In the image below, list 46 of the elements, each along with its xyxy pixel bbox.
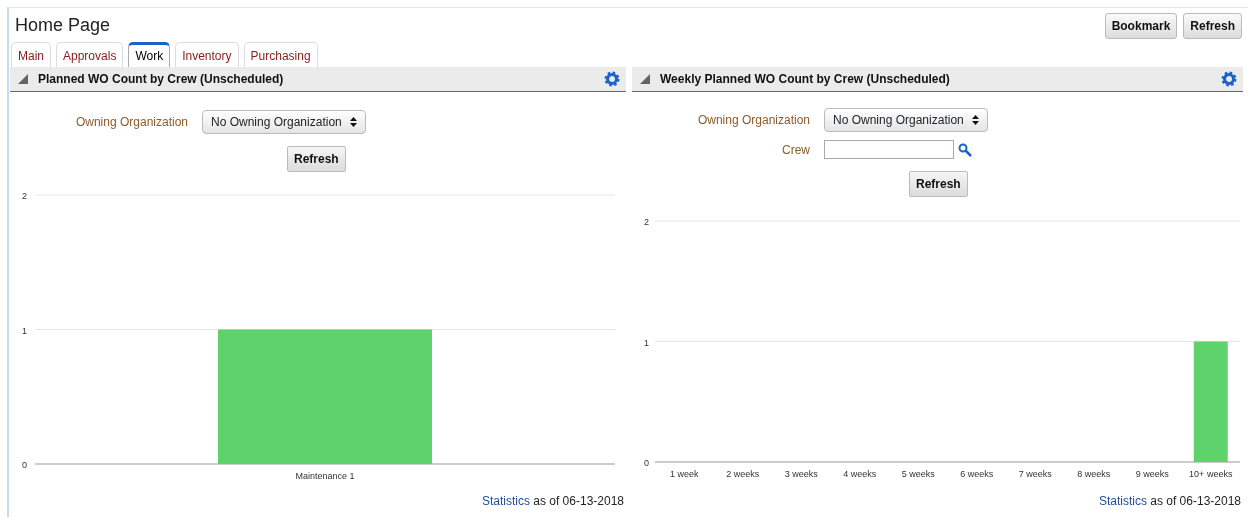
- field-label: Crew: [781, 141, 810, 159]
- updown-icon: [971, 115, 979, 125]
- input-field[interactable]: [824, 140, 954, 159]
- statistics-link[interactable]: Statistics: [1098, 494, 1147, 508]
- collapse-icon[interactable]: [18, 74, 28, 84]
- tab[interactable]: Work: [128, 42, 171, 67]
- panel-title: Planned WO Count by Crew (Unscheduled): [38, 71, 285, 88]
- panel-title: Weekly Planned WO Count by Crew (Unscheduled): [660, 71, 951, 88]
- page-button[interactable]: Bookmark: [1104, 12, 1178, 39]
- axis-category-label: 5 weeks: [901, 469, 935, 479]
- axis-category-label: 8 weeks: [1077, 469, 1111, 479]
- axis-category-label: 6 weeks: [960, 469, 994, 479]
- tab[interactable]: Purchasing: [243, 42, 318, 67]
- dropdown[interactable]: No Owning Organization: [824, 108, 988, 132]
- axis-category-label: 10+ weeks: [1189, 469, 1233, 479]
- collapse-icon[interactable]: [640, 74, 650, 84]
- page-button[interactable]: Refresh: [1183, 12, 1242, 39]
- axis-tick-label: 2: [22, 191, 27, 201]
- axis-category-label: Maintenance 1: [295, 471, 355, 481]
- axis-tick-label: 0: [644, 458, 649, 468]
- refresh-button[interactable]: Refresh: [909, 171, 968, 197]
- page-title: Home Page: [15, 14, 111, 37]
- axis-category-label: 4 weeks: [843, 469, 877, 479]
- as-of-date: as of 06-13-2018: [1150, 494, 1241, 508]
- axis-tick-label: 1: [644, 337, 649, 348]
- tab[interactable]: Approvals: [56, 42, 124, 67]
- settings-icon[interactable]: [1221, 71, 1237, 87]
- axis-tick-label: 2: [644, 217, 649, 227]
- search-icon[interactable]: [958, 142, 972, 157]
- dropdown[interactable]: No Owning Organization: [202, 110, 366, 134]
- tab[interactable]: Inventory: [175, 42, 239, 67]
- axis-category-label: 7 weeks: [1018, 469, 1052, 479]
- axis-category-label: 2 weeks: [726, 469, 760, 479]
- field-label: Owning Organization: [696, 112, 810, 129]
- updown-icon: [349, 117, 357, 127]
- settings-icon[interactable]: [604, 71, 620, 87]
- axis-category-label: 3 weeks: [784, 469, 818, 479]
- as-of-date: as of 06-13-2018: [533, 494, 624, 508]
- statistics-link[interactable]: Statistics: [481, 494, 530, 508]
- field-label: Owning Organization: [74, 114, 188, 131]
- refresh-button[interactable]: Refresh: [287, 146, 346, 172]
- axis-tick-label: 1: [22, 325, 27, 336]
- tab[interactable]: Main: [11, 42, 51, 67]
- axis-category-label: 9 weeks: [1135, 469, 1169, 479]
- axis-category-label: 1 week: [670, 469, 699, 479]
- axis-tick-label: 0: [22, 460, 27, 470]
